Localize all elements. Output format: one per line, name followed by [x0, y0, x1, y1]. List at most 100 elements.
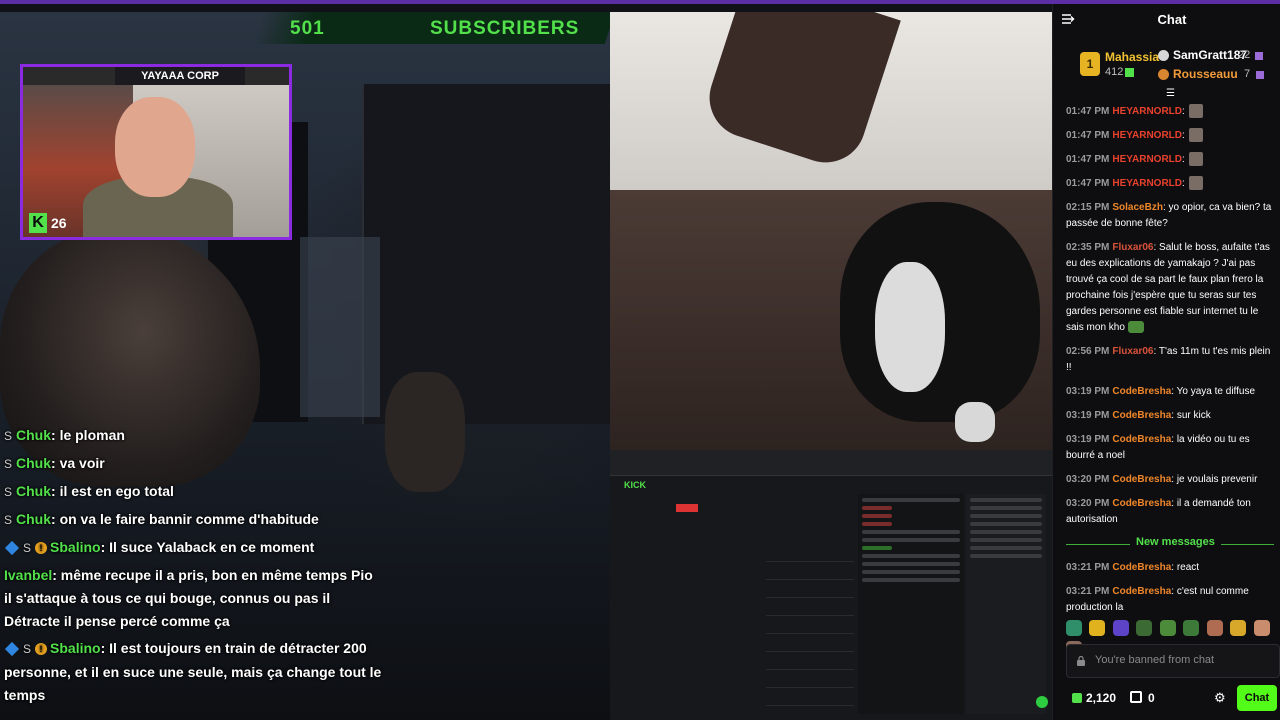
- chat-input-placeholder: You're banned from chat: [1095, 654, 1215, 666]
- chat-message: 03:19 PM CodeBresha: Yo yaya te diffuse: [1066, 384, 1274, 400]
- emote-icon[interactable]: [1089, 620, 1106, 636]
- dashboard-chat-line: [862, 538, 960, 542]
- status-indicator-icon: [1036, 696, 1048, 708]
- overlay-chat-text: : on va le faire bannir comme d'habitude: [51, 511, 319, 527]
- new-messages-label: New messages: [1130, 536, 1221, 548]
- sub-badge-icon: S: [23, 541, 32, 555]
- emote-quick-bar: [1066, 620, 1278, 657]
- pinned-menu-icon[interactable]: ☰: [1166, 88, 1175, 99]
- cat-video-overlay: [610, 12, 1052, 450]
- chat-message: 01:47 PM HEYARNORLD:: [1066, 104, 1274, 120]
- leaderboard-first-name[interactable]: Mahassia: [1105, 50, 1159, 64]
- gear-icon[interactable]: ⚙: [1214, 690, 1226, 706]
- dashboard-sidebar-item: [614, 504, 670, 514]
- chat-message: 02:56 PM Fluxar06: T'as 11m tu t'es mis p…: [1066, 344, 1274, 376]
- kick-logo-icon: K: [29, 213, 47, 233]
- dashboard-actions-list: [766, 544, 854, 706]
- message-time: 03:19 PM: [1066, 386, 1110, 397]
- emote-icon[interactable]: [1253, 620, 1270, 636]
- leaderboard-third-name[interactable]: Rousseauu: [1173, 67, 1238, 81]
- leaderboard-first-value: 412: [1105, 66, 1124, 78]
- gem-badge-icon: [4, 642, 20, 657]
- wall-poster-large: [362, 84, 610, 424]
- dashboard-action-row: [766, 580, 854, 598]
- money-icon: [1125, 68, 1134, 77]
- message-user[interactable]: SolaceBzh: [1112, 202, 1163, 213]
- message-user[interactable]: HEYARNORLD: [1112, 154, 1182, 165]
- message-user[interactable]: HEYARNORLD: [1112, 106, 1182, 117]
- overlay-chat-line: S Chuk: on va le faire bannir comme d'hab…: [4, 508, 384, 532]
- overlay-chat-text: : va voir: [51, 455, 105, 471]
- chat-send-button[interactable]: Chat: [1237, 685, 1277, 711]
- live-badge: [676, 504, 698, 512]
- dashboard-info-panel: [966, 494, 1046, 714]
- message-time: 01:47 PM: [1066, 106, 1110, 117]
- emote-avatar-icon: [1188, 104, 1203, 119]
- leaderboard-third-value: 7: [1244, 68, 1251, 80]
- message-time: 03:20 PM: [1066, 474, 1110, 485]
- leaderboard-second-name[interactable]: SamGratt187: [1173, 48, 1247, 62]
- overlay-chat-text: : même recupe il a pris, bon en même tem…: [4, 567, 373, 629]
- cat-paw: [955, 402, 995, 442]
- dashboard-action-row: [766, 544, 854, 562]
- overlay-chat-line: S Chuk: il est en ego total: [4, 480, 384, 504]
- kicks-balance[interactable]: 2,120: [1086, 691, 1116, 705]
- dashboard-main: [676, 494, 856, 714]
- message-time: 01:47 PM: [1066, 154, 1110, 165]
- chat-input[interactable]: You're banned from chat: [1066, 644, 1280, 678]
- chat-message: 01:47 PM HEYARNORLD:: [1066, 128, 1274, 144]
- message-user[interactable]: CodeBresha: [1112, 434, 1171, 445]
- gift-icon[interactable]: [1130, 691, 1142, 703]
- message-text: :: [1182, 130, 1185, 141]
- overlay-chat-user: Chuk: [16, 483, 52, 499]
- subscriber-count: 501: [290, 18, 325, 39]
- overlay-chat-line: S Chuk: le ploman: [4, 424, 384, 448]
- chat-message: 03:19 PM CodeBresha: sur kick: [1066, 408, 1274, 424]
- leaderboard-second-value: 22: [1238, 49, 1251, 61]
- dashboard-sidebar-item: [614, 534, 670, 544]
- chat-message: 03:19 PM CodeBresha: la vidéo ou tu es bo…: [1066, 432, 1274, 464]
- emote-icon[interactable]: [1183, 620, 1200, 636]
- dashboard-chat-line: [862, 522, 892, 526]
- dashboard-chat-line: [862, 578, 960, 582]
- overlay-chat-line: S! Sbalino: Il est toujours en train de d…: [4, 637, 384, 707]
- overlay-chat-user: Chuk: [16, 511, 52, 527]
- cat-chest: [875, 262, 945, 392]
- emote-icon[interactable]: [1206, 620, 1223, 636]
- message-user[interactable]: CodeBresha: [1112, 410, 1171, 421]
- emote-icon[interactable]: [1136, 620, 1153, 636]
- dashboard-info-line: [970, 498, 1042, 502]
- overlay-chat-user: Ivanbel: [4, 567, 53, 583]
- overlay-chat-text: : le ploman: [51, 427, 125, 443]
- dashboard-info-line: [970, 546, 1042, 550]
- message-user[interactable]: CodeBresha: [1112, 386, 1171, 397]
- emote-avatar-icon: [1188, 128, 1203, 143]
- message-text: : je voulais prevenir: [1171, 474, 1258, 485]
- message-time: 03:20 PM: [1066, 498, 1110, 509]
- dashboard-action-row: [766, 652, 854, 670]
- message-user[interactable]: CodeBresha: [1112, 562, 1171, 573]
- browser-toolbar: [610, 450, 1052, 476]
- message-user[interactable]: Fluxar06: [1112, 242, 1153, 253]
- chat-title: Chat: [1157, 12, 1187, 27]
- overlay-chat-user: Sbalino: [50, 539, 101, 555]
- emote-icon[interactable]: [1230, 620, 1247, 636]
- dashboard-info-line: [970, 530, 1042, 534]
- emote-icon[interactable]: [1112, 620, 1129, 636]
- gem-badge-icon: [4, 541, 20, 556]
- message-user[interactable]: HEYARNORLD: [1112, 130, 1182, 141]
- gold-medal-icon: 1: [1080, 52, 1100, 76]
- chat-message-list[interactable]: 01:47 PM HEYARNORLD: 01:47 PM HEYARNORLD: …: [1052, 104, 1280, 614]
- chat-message: 03:20 PM CodeBresha: il a demandé ton aut…: [1066, 496, 1274, 528]
- message-user[interactable]: CodeBresha: [1112, 586, 1171, 597]
- emote-icon[interactable]: [1066, 620, 1082, 636]
- message-user[interactable]: CodeBresha: [1112, 474, 1171, 485]
- message-user[interactable]: HEYARNORLD: [1112, 178, 1182, 189]
- chat-message: 01:47 PM HEYARNORLD:: [1066, 176, 1274, 192]
- video-player[interactable]: 501 SUBSCRIBERS YAYAAA CORP K 26 S Chuk: …: [0, 4, 1052, 720]
- wall-light: [300, 237, 380, 417]
- emote-icon[interactable]: [1159, 620, 1176, 636]
- dashboard-info-line: [970, 538, 1042, 542]
- message-user[interactable]: CodeBresha: [1112, 498, 1171, 509]
- message-user[interactable]: Fluxar06: [1112, 346, 1153, 357]
